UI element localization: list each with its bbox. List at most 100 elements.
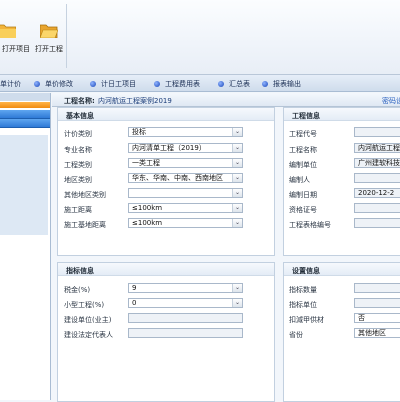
project-name-label: 工程名称:: [64, 97, 95, 105]
nav-label: 报表输出: [273, 80, 301, 88]
select-value: 一类工程: [132, 159, 160, 167]
select-value: 其他地区: [358, 329, 386, 337]
field-label: 税金(%): [64, 286, 91, 294]
nav-label: 单计价: [0, 80, 21, 88]
nav-item-daywork[interactable]: 计日工项目: [90, 79, 136, 89]
form-number-input[interactable]: [354, 218, 400, 228]
select-value: 0: [132, 299, 137, 307]
certificate-number-input[interactable]: [354, 203, 400, 213]
field-label: 施工基地距离: [64, 221, 106, 229]
project-info-title: 工程信息: [292, 112, 320, 120]
tree-item[interactable]: [0, 119, 50, 128]
field-label: 工程代号: [289, 130, 317, 138]
project-info-header: 工程信息: [284, 108, 400, 121]
field-label: 小型工程(%): [64, 301, 105, 309]
select-value: ≤100km: [132, 204, 163, 212]
nav-item-report-output[interactable]: 报表输出: [262, 79, 301, 89]
chevron-down-icon[interactable]: ⌄: [232, 174, 242, 182]
pricing-type-select[interactable]: 投标 ⌄: [128, 127, 243, 137]
settings-info-panel: 设置信息 指标数量 指标单位 扣減甲供材 否 省份 其他地区: [283, 262, 400, 402]
project-name-bar: 工程名称: 内河航运工程案例2019 密码设: [52, 93, 400, 107]
nav-item-summary[interactable]: 汇总表: [218, 79, 250, 89]
field-label: 扣減甲供材: [289, 316, 324, 324]
settings-info-title: 设置信息: [292, 267, 320, 275]
chevron-down-icon[interactable]: ⌄: [232, 284, 242, 292]
deduct-supplied-material-select[interactable]: 否: [354, 313, 400, 323]
input-value: 广州建软科技: [358, 159, 400, 167]
toolbar: 打开项目 打开工程: [0, 0, 400, 75]
nav-label: 汇总表: [229, 80, 250, 88]
index-info-panel: 指标信息 税金(%) 9 ⌄ 小型工程(%) 0 ⌄ 建设单位(业主) 建设法定代表…: [57, 262, 275, 402]
field-label: 编制日期: [289, 191, 317, 199]
select-value: 内河清单工程（2019）: [132, 144, 206, 152]
specialty-select[interactable]: 内河清单工程（2019） ⌄: [128, 143, 243, 153]
field-label: 指标单位: [289, 301, 317, 309]
nav-bullet-icon: [90, 81, 96, 87]
nav-label: 计日工项目: [101, 80, 136, 88]
chevron-down-icon[interactable]: ⌄: [232, 128, 242, 136]
legal-representative-input[interactable]: [128, 328, 243, 338]
nav-bullet-icon: [34, 81, 40, 87]
province-select[interactable]: 其他地区: [354, 328, 400, 338]
nav-bullet-icon: [262, 81, 268, 87]
tree-item[interactable]: [0, 110, 50, 119]
project-name-value: 内河航运工程案例2019: [98, 97, 172, 105]
compiler-input[interactable]: [354, 173, 400, 183]
field-label: 编制人: [289, 176, 310, 184]
tax-rate-select[interactable]: 9 ⌄: [128, 283, 243, 293]
password-setting-link[interactable]: 密码设: [382, 96, 400, 106]
project-name-input[interactable]: 内河航运工程: [354, 143, 400, 153]
field-label: 工程表格编号: [289, 221, 331, 229]
field-label: 专业名称: [64, 146, 92, 154]
select-value: 9: [132, 284, 137, 292]
field-label: 其他地区类别: [64, 191, 106, 199]
nav-item-cost-table[interactable]: 工程费用表: [154, 79, 200, 89]
chevron-down-icon[interactable]: ⌄: [232, 299, 242, 307]
project-info-panel: 工程信息 工程代号 工程名称 内河航运工程 编制单位 广州建软科技 编制人 编制…: [283, 107, 400, 256]
other-region-select[interactable]: ⌄: [128, 188, 243, 198]
project-tree-panel: [0, 93, 51, 400]
field-label: 计价类别: [64, 130, 92, 138]
open-folder-icon: [40, 24, 58, 38]
nav-item-unit-price-edit[interactable]: 单价修改: [34, 79, 73, 89]
nav-bullet-icon: [218, 81, 224, 87]
project-class-select[interactable]: 一类工程 ⌄: [128, 158, 243, 168]
module-nav: 单计价 单价修改 计日工项目 工程费用表 汇总表 报表输出: [0, 75, 400, 92]
chevron-down-icon[interactable]: ⌄: [232, 144, 242, 152]
chevron-down-icon[interactable]: ⌄: [232, 219, 242, 227]
compile-date-input[interactable]: 2020-12-2: [354, 188, 400, 198]
toolbar-divider: [66, 4, 67, 68]
field-label: 省份: [289, 331, 303, 339]
input-value: 2020-12-2: [358, 189, 395, 197]
field-label: 工程类别: [64, 161, 92, 169]
field-label: 资格证号: [289, 206, 317, 214]
owner-unit-input[interactable]: [128, 313, 243, 323]
chevron-down-icon[interactable]: ⌄: [232, 204, 242, 212]
small-project-rate-select[interactable]: 0 ⌄: [128, 298, 243, 308]
nav-item-unit-pricing[interactable]: 单计价: [0, 79, 21, 89]
project-code-input[interactable]: [354, 127, 400, 137]
index-quantity-input[interactable]: [354, 283, 400, 293]
folder-icon: [0, 24, 16, 38]
open-project-button[interactable]: 打开项目: [0, 22, 34, 62]
base-distance-select[interactable]: ≤100km ⌄: [128, 218, 243, 228]
construction-distance-select[interactable]: ≤100km ⌄: [128, 203, 243, 213]
field-label: 建设法定代表人: [64, 331, 113, 339]
input-value: 内河航运工程: [358, 144, 400, 152]
nav-label: 单价修改: [45, 80, 73, 88]
field-label: 工程名称: [289, 146, 317, 154]
tree-item-selected[interactable]: [0, 102, 50, 108]
field-label: 施工距离: [64, 206, 92, 214]
open-work-button[interactable]: 打开工程: [32, 22, 66, 62]
compiler-unit-input[interactable]: 广州建软科技: [354, 158, 400, 168]
basic-info-panel: 基本信息 计价类别 投标 ⌄ 专业名称 内河清单工程（2019） ⌄ 工程类别 一类…: [57, 107, 275, 256]
chevron-down-icon[interactable]: ⌄: [232, 189, 242, 197]
index-unit-input[interactable]: [354, 298, 400, 308]
select-value: ≤100km: [132, 219, 163, 227]
region-select[interactable]: 华东、华南、中南、西南地区 ⌄: [128, 173, 243, 183]
chevron-down-icon[interactable]: ⌄: [232, 159, 242, 167]
select-value: 否: [358, 314, 365, 322]
tree-header: [0, 93, 50, 101]
index-info-header: 指标信息: [58, 263, 274, 276]
tree-body: [0, 135, 48, 235]
